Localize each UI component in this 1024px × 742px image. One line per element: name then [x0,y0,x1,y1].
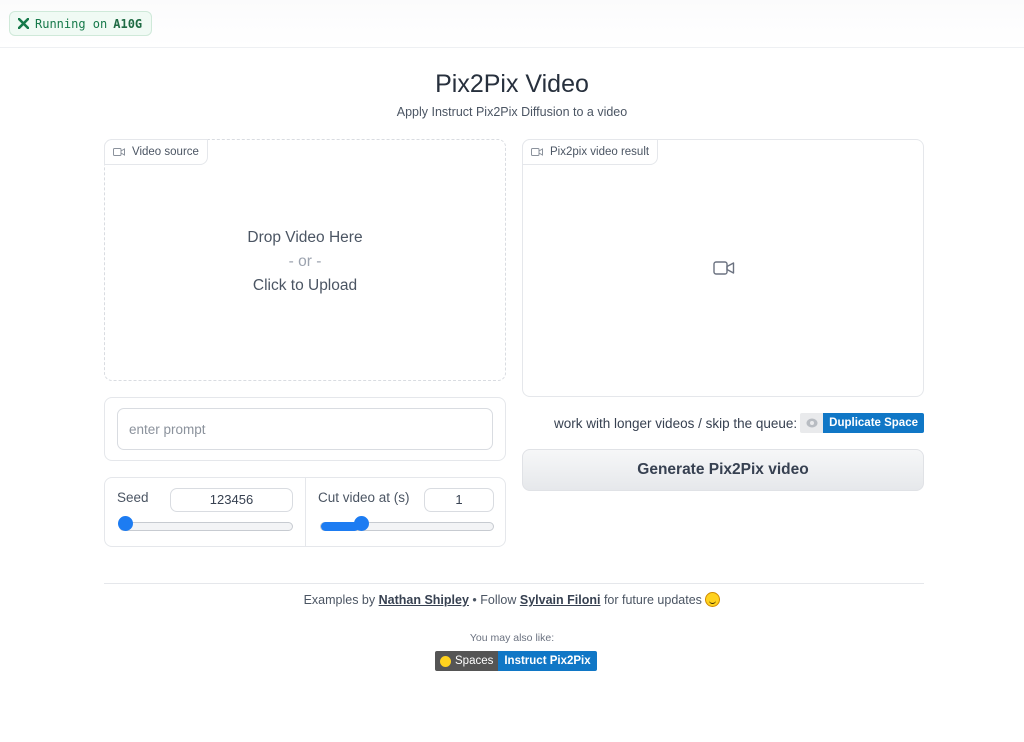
cut-video-label: Cut video at (s) [318,490,410,505]
hugging-face-icon [705,592,721,607]
cut-video-slider-track[interactable] [320,522,494,531]
footer-divider [104,583,924,584]
nathan-shipley-link[interactable]: Nathan Shipley [379,593,469,607]
hardware-icon [18,18,29,29]
drop-video-text: Drop Video Here [247,229,363,246]
generate-button[interactable]: Generate Pix2Pix video [522,449,924,491]
video-camera-icon [113,147,125,157]
page-title: Pix2Pix Video [435,70,589,98]
spaces-label: Spaces [455,655,494,667]
seed-slider-track[interactable] [119,522,293,531]
video-result-panel: Pix2pix video result [522,139,924,397]
instruct-pix2pix-label: Instruct Pix2Pix [498,651,597,671]
seed-slider-group: Seed 123456 [105,478,305,546]
cut-video-slider-group: Cut video at (s) 1 [306,478,506,546]
drop-or-text: - or - [288,253,322,270]
seed-label: Seed [117,490,149,505]
video-source-label: Video source [132,146,199,158]
click-to-upload-text: Click to Upload [252,277,358,294]
credits-line: Examples by Nathan Shipley • Follow Sylv… [0,592,1024,608]
seed-number-input[interactable]: 123456 [170,488,293,512]
running-status-prefix: Running on [35,16,108,31]
prompt-input[interactable] [117,408,493,450]
video-source-dropzone[interactable]: Video source Drop Video Here - or - Clic… [104,139,506,381]
duplicate-space-row: work with longer videos / skip the queue… [522,413,924,433]
sylvain-filoni-link[interactable]: Sylvain Filoni [520,593,601,607]
hugging-face-icon [440,655,451,667]
duplicate-space-label: Duplicate Space [823,413,924,433]
cut-video-number-input[interactable]: 1 [424,488,494,512]
follow-suffix: for future updates [603,593,702,607]
cut-video-slider-thumb[interactable] [354,516,369,531]
video-result-label: Pix2pix video result [550,146,650,158]
instruct-pix2pix-space-badge[interactable]: Spaces Instruct Pix2Pix [435,651,597,671]
sliders-panel: Seed 123456 Cut video at (s) 1 [104,477,506,547]
video-source-label-chip: Video source [104,139,208,165]
running-status-badge[interactable]: Running on A10G [9,11,153,36]
follow-prefix: • Follow [472,593,517,607]
duplicate-space-badge[interactable]: Duplicate Space [800,413,924,433]
also-like-text: You may also like: [469,632,555,644]
prompt-panel [104,397,506,461]
video-placeholder-icon [713,260,735,281]
page-subtitle: Apply Instruct Pix2Pix Diffusion to a vi… [396,105,628,119]
spaces-badge-left: Spaces [435,651,499,671]
video-result-label-chip: Pix2pix video result [522,139,659,165]
duplicate-hint-text: work with longer videos / skip the queue… [554,415,798,431]
video-camera-icon [531,147,543,157]
examples-prefix: Examples by [303,593,376,607]
seed-slider-thumb[interactable] [118,516,133,531]
duplicate-icon [800,413,824,433]
space-header-bar: Running on A10G [0,0,1024,48]
running-hardware-name: A10G [113,16,143,31]
